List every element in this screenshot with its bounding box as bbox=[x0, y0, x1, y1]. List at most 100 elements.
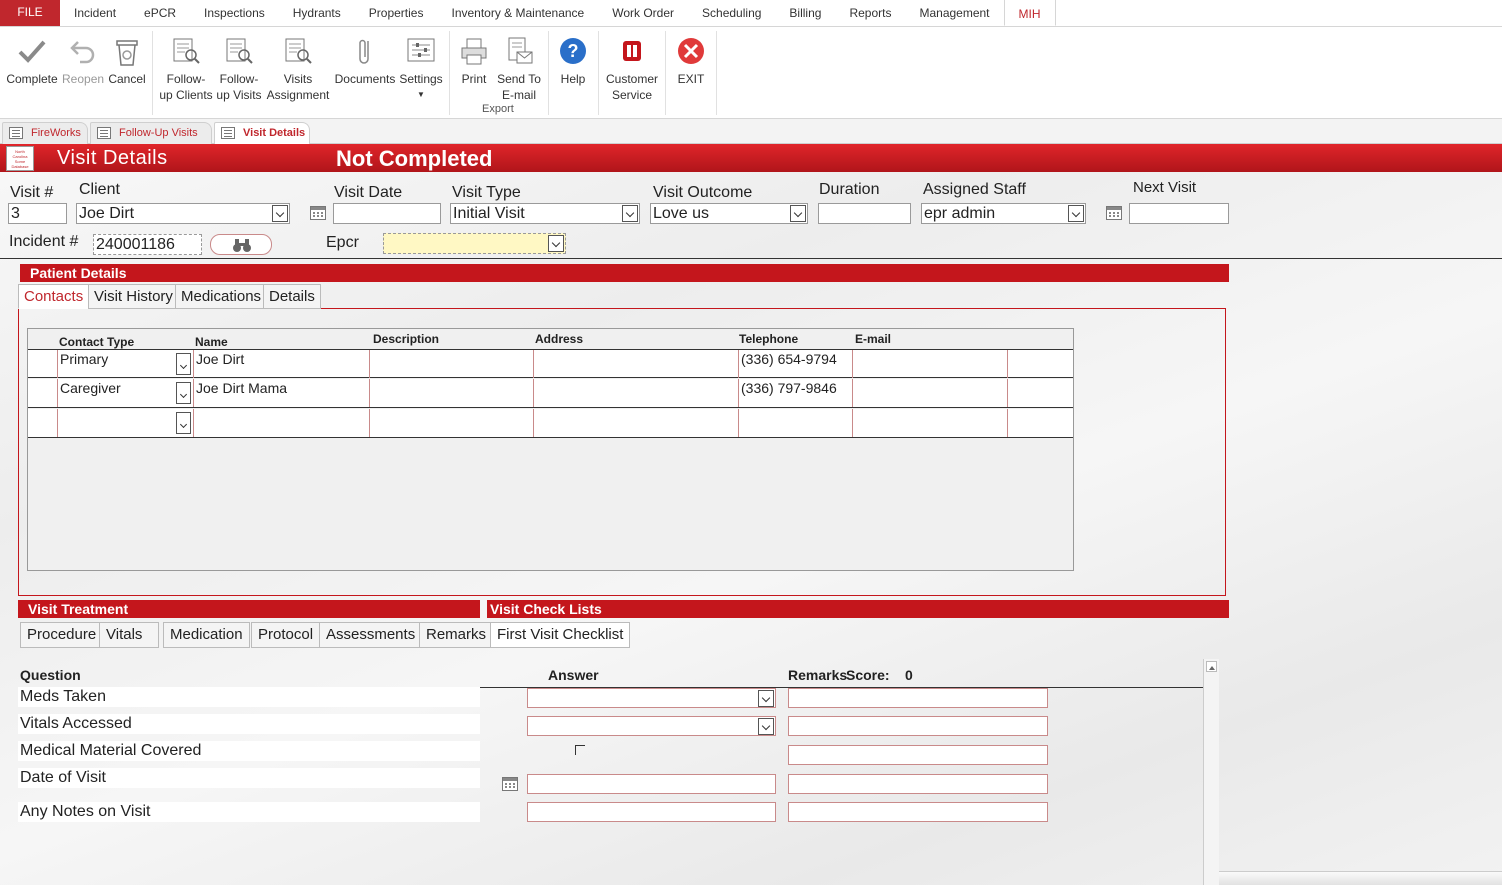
table-row[interactable]: Caregiver Joe Dirt Mama (336) 797-9846 bbox=[28, 379, 1073, 408]
chevron-down-icon[interactable] bbox=[758, 690, 774, 707]
help-button[interactable]: ? Help bbox=[553, 31, 593, 87]
telephone-cell[interactable] bbox=[738, 409, 852, 437]
find-incident-button[interactable] bbox=[210, 234, 272, 255]
horizontal-scrollbar[interactable] bbox=[1219, 871, 1502, 885]
menu-inspections[interactable]: Inspections bbox=[190, 0, 279, 26]
duration-field[interactable] bbox=[818, 203, 911, 224]
email-cell[interactable] bbox=[852, 409, 1007, 437]
table-row-new[interactable] bbox=[28, 409, 1073, 438]
visit-type-dropdown[interactable]: Initial Visit bbox=[450, 203, 640, 224]
chevron-down-icon[interactable] bbox=[176, 382, 191, 404]
visits-assignment-button[interactable]: Visits Assignment bbox=[265, 31, 331, 103]
menu-inventory[interactable]: Inventory & Maintenance bbox=[437, 0, 598, 26]
contact-type-cell[interactable] bbox=[57, 409, 193, 437]
menu-properties[interactable]: Properties bbox=[355, 0, 438, 26]
tab-vitals[interactable]: Vitals bbox=[99, 622, 159, 648]
description-cell[interactable] bbox=[369, 379, 533, 407]
reopen-button[interactable]: Reopen bbox=[62, 31, 104, 87]
chevron-down-icon[interactable] bbox=[176, 412, 191, 434]
incident-number-field[interactable]: 240001186 bbox=[93, 234, 202, 255]
exit-button[interactable]: EXIT bbox=[671, 31, 711, 87]
email-document-icon bbox=[495, 31, 543, 71]
chevron-down-icon[interactable] bbox=[622, 205, 638, 222]
scroll-up-icon[interactable] bbox=[1206, 661, 1217, 672]
name-cell[interactable] bbox=[193, 409, 369, 437]
remarks-field[interactable] bbox=[788, 688, 1048, 708]
contact-type-cell[interactable]: Caregiver bbox=[57, 379, 193, 407]
tab-protocol[interactable]: Protocol bbox=[251, 622, 321, 648]
calendar-icon[interactable] bbox=[1106, 206, 1122, 220]
calendar-icon[interactable] bbox=[502, 777, 518, 791]
tab-details[interactable]: Details bbox=[263, 284, 321, 309]
complete-button[interactable]: Complete bbox=[6, 31, 58, 87]
chevron-down-icon[interactable] bbox=[272, 205, 288, 222]
chevron-down-icon: ▼ bbox=[417, 90, 425, 99]
contact-type-cell[interactable]: Primary bbox=[57, 350, 193, 378]
assigned-staff-dropdown[interactable]: epr admin bbox=[921, 203, 1086, 224]
answer-text-field[interactable] bbox=[527, 802, 776, 822]
telephone-cell[interactable]: (336) 654-9794 bbox=[738, 350, 852, 378]
answer-dropdown[interactable] bbox=[527, 688, 776, 708]
telephone-cell[interactable]: (336) 797-9846 bbox=[738, 379, 852, 407]
menu-billing[interactable]: Billing bbox=[775, 0, 835, 26]
address-cell[interactable] bbox=[533, 409, 738, 437]
chevron-down-icon[interactable] bbox=[790, 205, 806, 222]
description-cell[interactable] bbox=[369, 350, 533, 378]
table-row[interactable]: Primary Joe Dirt (336) 654-9794 bbox=[28, 349, 1073, 378]
print-button[interactable]: Print bbox=[456, 31, 492, 87]
menu-reports[interactable]: Reports bbox=[835, 0, 905, 26]
menu-hydrants[interactable]: Hydrants bbox=[279, 0, 355, 26]
tab-medication[interactable]: Medication bbox=[163, 622, 250, 648]
menu-incident[interactable]: Incident bbox=[60, 0, 130, 26]
name-cell[interactable]: Joe Dirt Mama bbox=[193, 379, 369, 407]
visit-date-field[interactable] bbox=[333, 203, 441, 224]
address-cell[interactable] bbox=[533, 350, 738, 378]
doc-tab-follow-up-visits[interactable]: Follow-Up Visits bbox=[90, 122, 212, 144]
menu-file[interactable]: FILE bbox=[0, 0, 60, 26]
tab-contacts[interactable]: Contacts bbox=[18, 284, 90, 309]
answer-date-field[interactable] bbox=[527, 774, 776, 794]
calendar-icon[interactable] bbox=[310, 206, 326, 220]
tab-procedure[interactable]: Procedure bbox=[20, 622, 104, 648]
menu-work-order[interactable]: Work Order bbox=[598, 0, 688, 26]
remarks-field[interactable] bbox=[788, 745, 1048, 765]
next-visit-field[interactable] bbox=[1129, 203, 1229, 224]
remarks-field[interactable] bbox=[788, 774, 1048, 794]
customer-service-button[interactable]: Customer Service bbox=[603, 31, 661, 103]
tab-first-visit-checklist[interactable]: First Visit Checklist bbox=[490, 622, 631, 648]
client-dropdown[interactable]: Joe Dirt bbox=[76, 203, 290, 224]
visit-outcome-dropdown[interactable]: Love us bbox=[650, 203, 808, 224]
send-to-email-button[interactable]: Send To E-mail bbox=[495, 31, 543, 103]
name-cell[interactable]: Joe Dirt bbox=[193, 350, 369, 378]
answer-dropdown[interactable] bbox=[527, 716, 776, 736]
epcr-dropdown[interactable] bbox=[383, 233, 566, 254]
menu-epcr[interactable]: ePCR bbox=[130, 0, 190, 26]
remarks-field[interactable] bbox=[788, 802, 1048, 822]
visit-number-field[interactable]: 3 bbox=[8, 203, 67, 224]
email-cell[interactable] bbox=[852, 379, 1007, 407]
email-cell[interactable] bbox=[852, 350, 1007, 378]
chevron-down-icon[interactable] bbox=[1068, 205, 1084, 222]
tab-medications[interactable]: Medications bbox=[175, 284, 268, 309]
tab-remarks[interactable]: Remarks bbox=[419, 622, 494, 648]
address-cell[interactable] bbox=[533, 379, 738, 407]
chevron-down-icon[interactable] bbox=[548, 235, 564, 252]
tab-visit-history[interactable]: Visit History bbox=[88, 284, 179, 309]
chevron-down-icon[interactable] bbox=[176, 353, 191, 375]
menu-mih[interactable]: MIH bbox=[1003, 0, 1056, 26]
cancel-button[interactable]: Cancel bbox=[107, 31, 147, 87]
followup-visits-button[interactable]: Follow- up Visits bbox=[215, 31, 263, 103]
remarks-field[interactable] bbox=[788, 716, 1048, 736]
doc-tab-fireworks[interactable]: FireWorks bbox=[2, 122, 88, 144]
description-cell[interactable] bbox=[369, 409, 533, 437]
doc-tab-visit-details[interactable]: Visit Details bbox=[214, 122, 310, 144]
settings-button[interactable]: Settings ▼ bbox=[399, 31, 443, 103]
answer-checkbox[interactable] bbox=[575, 745, 585, 755]
followup-clients-button[interactable]: Follow- up Clients bbox=[158, 31, 214, 103]
documents-button[interactable]: Documents bbox=[333, 31, 397, 87]
menu-management[interactable]: Management bbox=[905, 0, 1003, 26]
chevron-down-icon[interactable] bbox=[758, 718, 774, 735]
checklist-scrollbar[interactable] bbox=[1203, 659, 1219, 885]
tab-assessments[interactable]: Assessments bbox=[319, 622, 423, 648]
menu-scheduling[interactable]: Scheduling bbox=[688, 0, 775, 26]
